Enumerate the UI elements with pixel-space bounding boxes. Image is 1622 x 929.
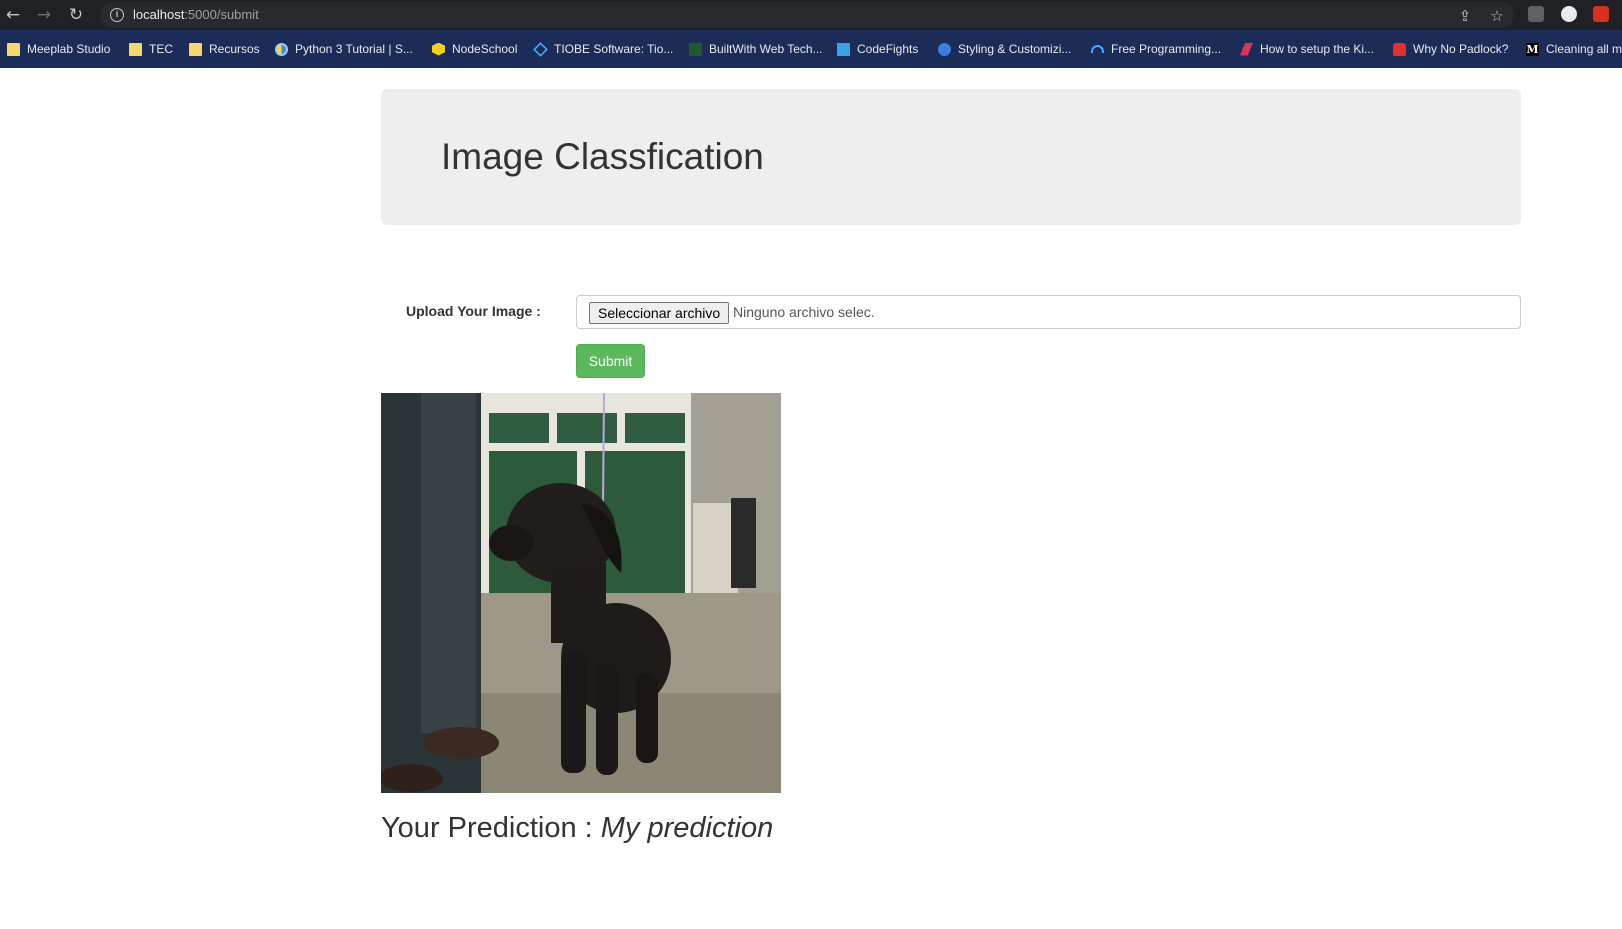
back-arrow-icon[interactable]: ← (3, 5, 23, 25)
address-bar[interactable]: i localhost:5000/submit ⇪ ☆ (100, 2, 1514, 28)
extension-globe-icon[interactable] (1561, 6, 1577, 22)
extension-icon[interactable] (1528, 6, 1544, 22)
builtwith-icon (689, 42, 702, 56)
bookmark-label: NodeSchool (452, 42, 518, 56)
bookmark-label: TEC (149, 42, 173, 56)
bookmark-star-icon[interactable]: ☆ (1488, 7, 1506, 25)
bookmark-medium[interactable]: M Cleaning all m (1526, 41, 1622, 57)
page-title: Image Classfication (441, 136, 764, 177)
bookmark-padlock[interactable]: Why No Padlock? (1393, 41, 1508, 57)
bookmark-python[interactable]: Python 3 Tutorial | S... (275, 41, 413, 57)
bookmark-recursos[interactable]: Recursos (189, 41, 260, 57)
styling-icon (938, 42, 951, 56)
upload-label: Upload Your Image : (406, 303, 541, 319)
kibana-icon (1240, 42, 1253, 56)
bookmark-label: BuiltWith Web Tech... (709, 42, 823, 56)
choose-file-button[interactable]: Seleccionar archivo (589, 302, 730, 324)
prediction-prefix: Your Prediction : (381, 812, 601, 844)
uploaded-image (381, 393, 781, 793)
prediction-result: Your Prediction : My prediction (381, 812, 773, 845)
bookmark-builtwith[interactable]: BuiltWith Web Tech... (689, 41, 823, 57)
bookmark-label: CodeFights (857, 42, 919, 56)
bookmark-label: Cleaning all m (1546, 42, 1622, 56)
url-text[interactable]: localhost:5000/submit (133, 7, 259, 22)
free-programming-icon (1091, 45, 1104, 53)
bookmark-codefights[interactable]: CodeFights (837, 41, 918, 57)
extension-new-icon[interactable] (1593, 6, 1609, 22)
site-info-icon[interactable]: i (110, 8, 124, 22)
padlock-icon (1393, 42, 1406, 56)
folder-icon (129, 42, 142, 56)
reload-icon[interactable]: ↻ (66, 5, 86, 25)
bookmark-label: Meeplab Studio (27, 42, 111, 56)
file-status-text: Ninguno archivo selec. (733, 304, 875, 320)
bookmark-styling[interactable]: Styling & Customizi... (938, 41, 1071, 57)
codefights-icon (837, 42, 850, 56)
tiobe-icon (533, 41, 548, 57)
bookmark-kibana[interactable]: How to setup the Ki... (1240, 41, 1374, 57)
url-host: localhost (133, 7, 185, 22)
bookmark-tec[interactable]: TEC (129, 41, 173, 57)
bookmark-nodeschool[interactable]: NodeSchool (432, 41, 517, 57)
bookmark-label: How to setup the Ki... (1260, 42, 1375, 56)
bookmarks-bar: Meeplab Studio TEC Recursos Python 3 Tut… (0, 30, 1622, 68)
bookmark-label: Recursos (209, 42, 260, 56)
file-upload-input[interactable]: Seleccionar archivo Ninguno archivo sele… (576, 295, 1521, 329)
bookmark-meeplab[interactable]: Meeplab Studio (7, 41, 110, 57)
bookmark-label: Styling & Customizi... (958, 42, 1072, 56)
bookmark-label: Free Programming... (1111, 42, 1222, 56)
dog-photo-illustration (381, 393, 781, 793)
bookmark-label: TIOBE Software: Tio... (554, 42, 674, 56)
header-jumbotron: Image Classfication (381, 89, 1521, 225)
share-icon[interactable]: ⇪ (1456, 7, 1474, 25)
bookmark-tiobe[interactable]: TIOBE Software: Tio... (533, 41, 674, 57)
bookmark-label: Why No Padlock? (1413, 42, 1509, 56)
folder-icon (7, 42, 20, 56)
nodeschool-icon (432, 42, 445, 56)
bookmark-free-programming[interactable]: Free Programming... (1091, 41, 1221, 57)
submit-button[interactable]: Submit (576, 344, 645, 378)
prediction-value: My prediction (600, 812, 774, 844)
forward-arrow-icon[interactable]: → (34, 5, 54, 25)
python-icon (275, 42, 288, 56)
url-path: :5000/submit (184, 7, 259, 22)
folder-icon (189, 42, 202, 56)
bookmark-label: Python 3 Tutorial | S... (295, 42, 413, 56)
browser-toolbar: ← → ↻ i localhost:5000/submit ⇪ ☆ (0, 0, 1622, 30)
medium-icon: M (1526, 42, 1539, 56)
